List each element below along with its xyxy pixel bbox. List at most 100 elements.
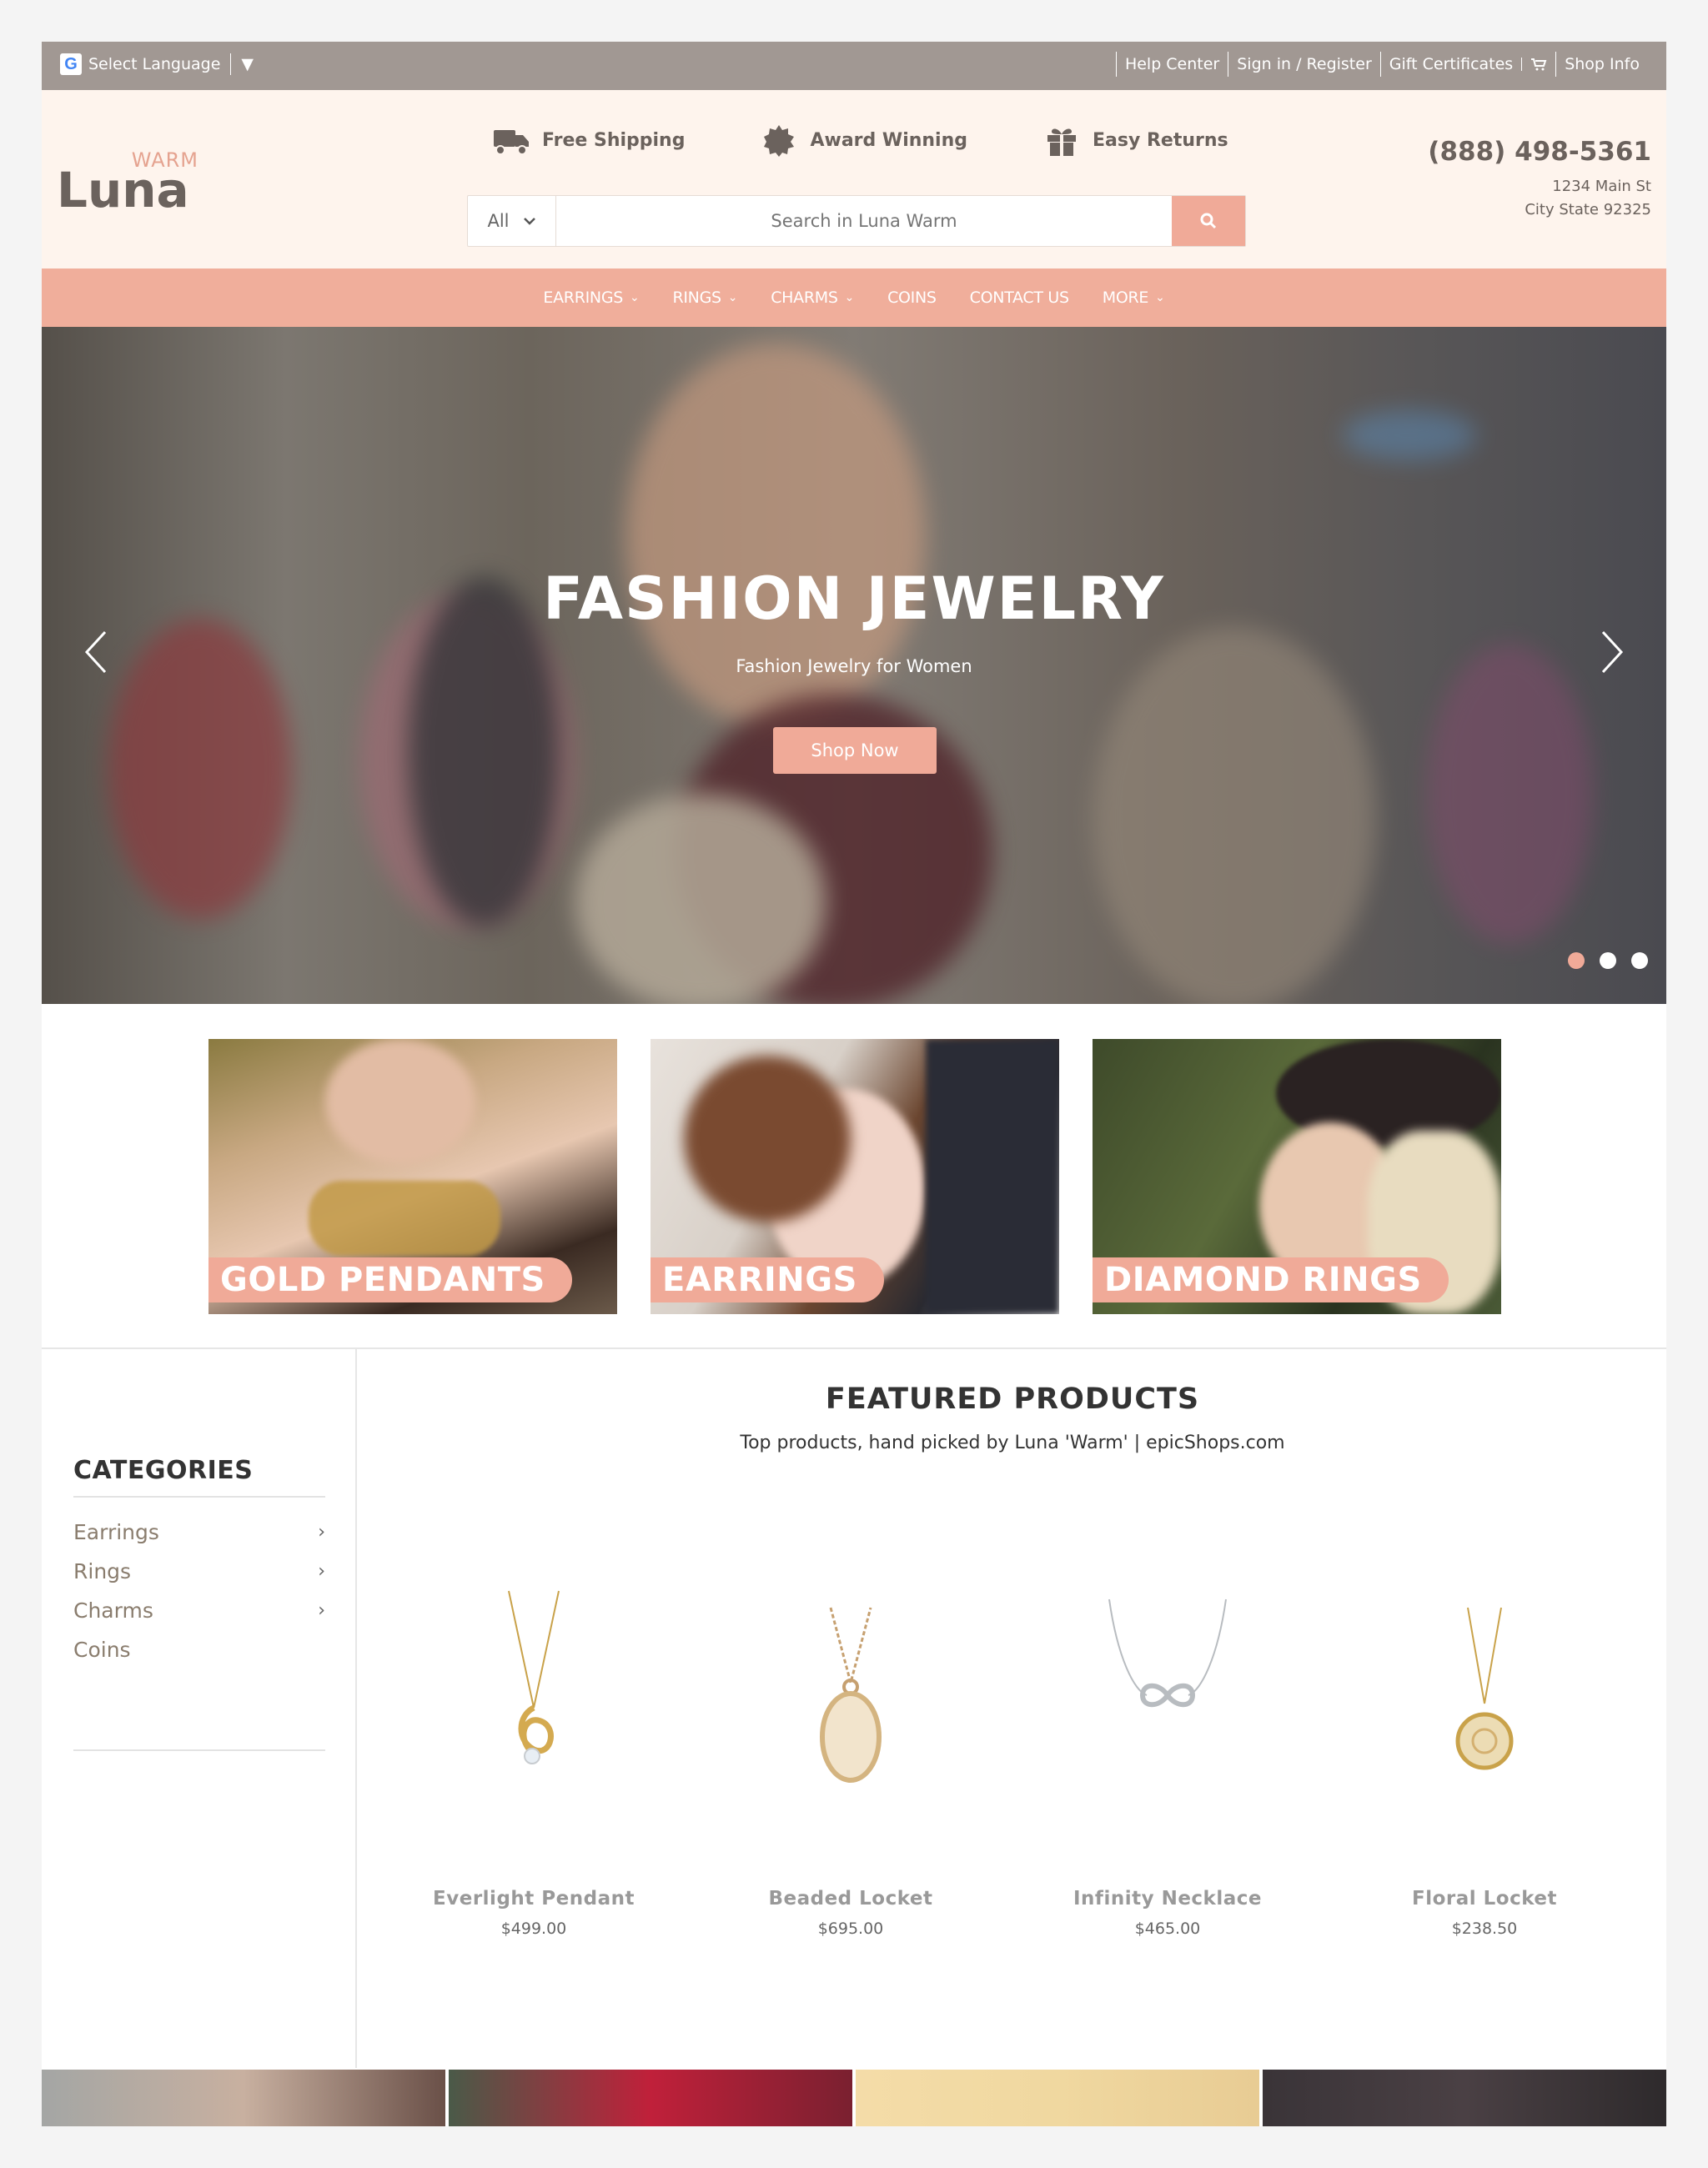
pendant-image: [508, 1590, 560, 1764]
feature-label: Free Shipping: [542, 129, 686, 151]
main-nav: EARRINGS ⌄ RINGS ⌄ CHARMS ⌄ COINS CONTACT U…: [42, 268, 1666, 327]
bottom-tile[interactable]: [1263, 2070, 1666, 2126]
promo-gold-pendants[interactable]: GOLD PENDANTS: [208, 1039, 617, 1314]
shop-now-button[interactable]: Shop Now: [773, 727, 937, 774]
chevron-down-icon: ⌄: [844, 291, 855, 304]
product-name[interactable]: Floral Locket: [1326, 1888, 1643, 1910]
address-line-2: City State 92325: [1525, 201, 1651, 218]
slider-prev-arrow-icon[interactable]: [80, 627, 113, 677]
search-input[interactable]: [556, 196, 1172, 246]
categories-heading: CATEGORIES: [73, 1456, 254, 1485]
gift-certificates-link[interactable]: Gift Certificates: [1379, 52, 1521, 77]
chevron-right-icon: ›: [318, 1522, 325, 1543]
help-center-link[interactable]: Help Center: [1115, 52, 1228, 77]
google-translate-icon: G: [60, 53, 82, 75]
nav-item-charms[interactable]: CHARMS ⌄: [771, 289, 854, 307]
feature-easy-returns: Easy Returns: [1042, 123, 1228, 157]
sidebar-item-earrings[interactable]: Earrings ›: [73, 1513, 325, 1552]
product-card[interactable]: Infinity Necklace $465.00: [1009, 1549, 1326, 1938]
sidebar-divider: [73, 1749, 325, 1751]
featured-products: FEATURED PRODUCTS Top products, hand pic…: [359, 1349, 1666, 2068]
sidebar-item-coins[interactable]: Coins: [73, 1630, 325, 1669]
top-bar: G Select Language ▼ Help Center Sign in …: [42, 42, 1666, 90]
product-name[interactable]: Beaded Locket: [692, 1888, 1009, 1910]
bottom-tile[interactable]: [42, 2070, 445, 2126]
cart-link[interactable]: [1521, 58, 1555, 71]
chevron-down-icon: ⌄: [727, 291, 738, 304]
search-category-select[interactable]: All: [468, 196, 556, 246]
slider-dots: [1568, 952, 1648, 969]
search-button[interactable]: [1172, 196, 1245, 246]
product-name[interactable]: Everlight Pendant: [375, 1888, 692, 1910]
page: G Select Language ▼ Help Center Sign in …: [42, 42, 1666, 2126]
logo[interactable]: WARM Luna: [57, 148, 198, 223]
truck-icon: [494, 130, 529, 155]
chevron-right-icon: ›: [318, 1600, 325, 1621]
nav-item-rings[interactable]: RINGS ⌄: [672, 289, 737, 307]
promo-diamond-rings[interactable]: DIAMOND RINGS: [1093, 1039, 1501, 1314]
nav-label: EARRINGS: [543, 289, 624, 307]
product-image[interactable]: [692, 1549, 1009, 1833]
nav-item-more[interactable]: MORE ⌄: [1103, 289, 1165, 307]
slider-dot[interactable]: [1568, 952, 1585, 969]
promo-photo-shape: [684, 1056, 851, 1222]
product-card[interactable]: Floral Locket $238.50: [1326, 1549, 1643, 1938]
promo-photo-shape: [325, 1039, 475, 1164]
promo-label: DIAMOND RINGS: [1093, 1257, 1449, 1302]
floral-locket-image: [1455, 1607, 1514, 1770]
slider-dot[interactable]: [1631, 952, 1648, 969]
nav-item-coins[interactable]: COINS: [887, 289, 937, 307]
product-image[interactable]: [1326, 1549, 1643, 1833]
product-price: $238.50: [1451, 1920, 1518, 1938]
nav-label: CONTACT US: [969, 289, 1069, 307]
hero-photo-shape: [1093, 627, 1376, 1004]
hero-subtitle: Fashion Jewelry for Women: [736, 656, 972, 676]
nav-item-earrings[interactable]: EARRINGS ⌄: [543, 289, 639, 307]
bottom-tile[interactable]: [449, 2070, 852, 2126]
sidebar-item-rings[interactable]: Rings ›: [73, 1552, 325, 1591]
search-bar: All: [467, 195, 1246, 247]
language-selector[interactable]: G Select Language ▼: [60, 53, 254, 75]
nav-label: RINGS: [672, 289, 721, 307]
categories-sidebar: CATEGORIES Earrings › Rings › Charms › Coin…: [42, 1349, 357, 2068]
product-price: $695.00: [817, 1920, 884, 1938]
language-label[interactable]: Select Language: [88, 55, 220, 73]
promo-photo-shape: [309, 1181, 500, 1256]
slider-dot[interactable]: [1600, 952, 1616, 969]
search-icon: [1200, 213, 1217, 229]
hero-photo-shape: [575, 794, 826, 1004]
hero-title: FASHION JEWELRY: [543, 565, 1165, 633]
shop-info-link[interactable]: Shop Info: [1555, 52, 1648, 77]
contact-info: (888) 498-5361 1234 Main St City State 9…: [1428, 137, 1651, 222]
product-card[interactable]: Everlight Pendant $499.00: [375, 1549, 692, 1938]
featured-subtitle: Top products, hand picked by Luna 'Warm'…: [740, 1433, 1285, 1453]
product-image[interactable]: [1009, 1549, 1326, 1833]
sidebar-item-charms[interactable]: Charms ›: [73, 1591, 325, 1630]
feature-label: Easy Returns: [1093, 129, 1228, 151]
product-card[interactable]: Beaded Locket $695.00: [692, 1549, 1009, 1938]
feature-award-winning: Award Winning: [760, 123, 967, 157]
hero-photo-shape: [1426, 644, 1593, 944]
nav-item-contact-us[interactable]: CONTACT US: [970, 289, 1069, 307]
chevron-down-icon: ⌄: [630, 291, 640, 304]
slider-next-arrow-icon[interactable]: [1595, 627, 1628, 677]
sidebar-item-label: Earrings: [73, 1520, 159, 1544]
sidebar-divider: [73, 1496, 325, 1498]
bottom-tile[interactable]: [856, 2070, 1259, 2126]
promo-photo-shape: [926, 1039, 1059, 1314]
language-caret-icon[interactable]: ▼: [241, 55, 254, 73]
product-image[interactable]: [375, 1549, 692, 1833]
infinity-necklace-image: [1108, 1598, 1227, 1708]
phone-number[interactable]: (888) 498-5361: [1428, 137, 1651, 167]
chevron-down-icon: [523, 218, 535, 225]
product-name[interactable]: Infinity Necklace: [1009, 1888, 1326, 1910]
address-line-1: 1234 Main St: [1552, 178, 1651, 195]
feature-highlights: Free Shipping Award Winning Easy Returns: [492, 123, 1228, 157]
hero-slider: FASHION JEWELRY Fashion Jewelry for Wome…: [42, 327, 1666, 1004]
promo-earrings[interactable]: EARRINGS: [651, 1039, 1059, 1314]
award-badge-icon: [764, 125, 795, 157]
top-links: Help Center Sign in / Register Gift Cert…: [1115, 52, 1648, 77]
cart-icon[interactable]: [1530, 58, 1547, 71]
sign-in-register-link[interactable]: Sign in / Register: [1228, 52, 1380, 77]
product-grid: Everlight Pendant $499.00 Beaded Locket …: [375, 1549, 1643, 1938]
